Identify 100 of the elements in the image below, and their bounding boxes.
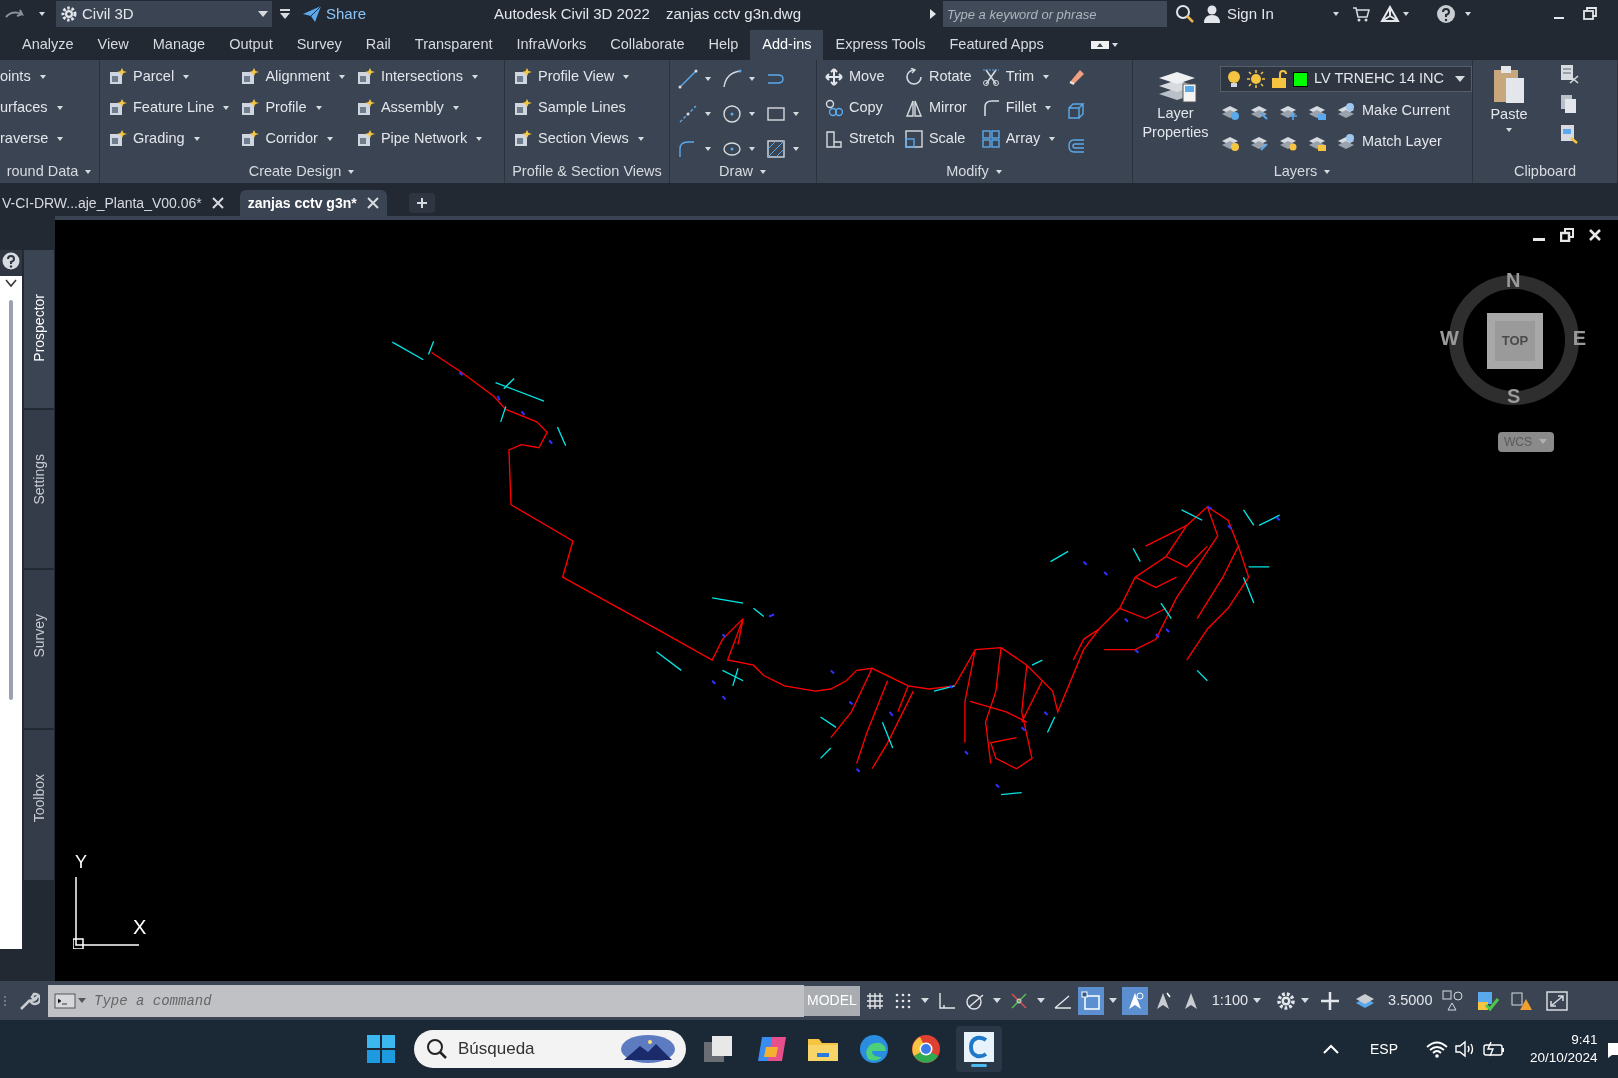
- tool-button[interactable]: Assembly: [355, 95, 484, 120]
- tool-button[interactable]: Profile View: [513, 64, 645, 89]
- grip-icon[interactable]: [2, 993, 8, 1008]
- workspace-dropdown[interactable]: Civil 3D: [56, 1, 272, 27]
- tool-button[interactable]: oints: [0, 64, 65, 89]
- tool-button[interactable]: urfaces: [0, 95, 65, 120]
- restore-icon[interactable]: [1581, 7, 1598, 21]
- compass-letter[interactable]: N: [1506, 270, 1521, 290]
- caret-icon[interactable]: [4, 278, 18, 288]
- caret-icon[interactable]: [1331, 10, 1340, 18]
- task-view-icon[interactable]: [702, 1034, 734, 1064]
- share-button[interactable]: Share: [302, 2, 367, 26]
- tool-button[interactable]: Trim: [981, 64, 1057, 89]
- tool-button[interactable]: Mirror: [904, 95, 972, 120]
- cut-icon[interactable]: [1559, 64, 1579, 84]
- caret-icon[interactable]: [704, 144, 712, 153]
- tool-button[interactable]: Pipe Network: [355, 126, 484, 151]
- chevron-up-icon[interactable]: [1322, 1043, 1340, 1055]
- tool-button[interactable]: raverse: [0, 126, 65, 151]
- tool-button[interactable]: Array: [981, 126, 1057, 151]
- arc-icon[interactable]: [722, 68, 742, 89]
- copy-icon[interactable]: [1559, 94, 1579, 114]
- tool-button[interactable]: Grading: [108, 126, 231, 151]
- browser-icon[interactable]: [910, 1033, 942, 1065]
- compass-letter[interactable]: S: [1507, 386, 1521, 406]
- caret-icon[interactable]: [704, 74, 712, 83]
- tool-button[interactable]: Move: [825, 64, 895, 89]
- wifi-icon[interactable]: [1426, 1040, 1448, 1058]
- ribbon-tab[interactable]: Manage: [140, 30, 218, 60]
- caret-icon[interactable]: [758, 168, 767, 176]
- caret-icon[interactable]: [1463, 10, 1472, 18]
- document-tab[interactable]: zanjas cctv g3n*: [239, 190, 387, 216]
- status-toggle[interactable]: [1121, 986, 1148, 1015]
- tool-button[interactable]: Scale: [904, 126, 972, 151]
- ribbon-tab[interactable]: InfraWorks: [504, 30, 599, 60]
- compass-letter[interactable]: W: [1440, 328, 1459, 348]
- volume-icon[interactable]: [1454, 1040, 1476, 1058]
- construction-line-icon[interactable]: [678, 103, 698, 124]
- tool-button[interactable]: Rotate: [904, 64, 972, 89]
- layer-properties-button[interactable]: Layer Properties: [1141, 64, 1210, 161]
- menu-icon[interactable]: [278, 8, 292, 20]
- caret-icon[interactable]: [792, 109, 800, 118]
- paste-button[interactable]: Paste: [1485, 64, 1533, 161]
- compass-letter[interactable]: E: [1572, 328, 1586, 348]
- shapes-icon[interactable]: [1442, 989, 1465, 1012]
- battery-icon[interactable]: [1482, 1040, 1506, 1058]
- caret-icon[interactable]: [748, 144, 756, 153]
- ribbon-tab[interactable]: View: [85, 30, 141, 60]
- tool-button[interactable]: Feature Line: [108, 95, 231, 120]
- paste-special-icon[interactable]: [1559, 124, 1579, 144]
- close-icon[interactable]: [366, 197, 379, 209]
- ribbon-tab[interactable]: Add-ins: [750, 30, 824, 60]
- cart-icon[interactable]: [1351, 6, 1370, 22]
- hatch-icon[interactable]: [766, 138, 786, 159]
- ribbon-tab[interactable]: Analyze: [10, 30, 86, 60]
- language-indicator[interactable]: ESP: [1370, 1038, 1398, 1060]
- restore-icon[interactable]: [1560, 228, 1574, 242]
- warning-icon[interactable]: [1510, 989, 1535, 1012]
- ribbon-tab[interactable]: Featured Apps: [937, 30, 1056, 60]
- caret-icon[interactable]: [347, 168, 356, 176]
- sign-in-button[interactable]: Sign In: [1203, 2, 1274, 26]
- caret-icon[interactable]: [919, 996, 930, 1005]
- document-tab[interactable]: V-CI-DRW...aje_Planta_V00.06*: [0, 190, 232, 216]
- search-icon[interactable]: [1175, 4, 1196, 24]
- scale-dropdown[interactable]: 1:100: [1205, 989, 1269, 1012]
- caret-icon[interactable]: [748, 109, 756, 118]
- tool-button[interactable]: Alignment: [240, 64, 346, 89]
- layer-action-button[interactable]: Make Current: [1336, 99, 1450, 122]
- offset-icon[interactable]: [1066, 136, 1087, 156]
- layer-dropdown[interactable]: LV TRNEHC 14 INC: [1220, 66, 1472, 92]
- caret-icon[interactable]: [38, 10, 46, 18]
- caret-icon[interactable]: [1401, 10, 1410, 18]
- close-icon[interactable]: [1588, 228, 1602, 242]
- close-icon[interactable]: [211, 197, 224, 209]
- gear-icon[interactable]: [1276, 990, 1297, 1011]
- line-icon[interactable]: [678, 68, 698, 89]
- box-icon[interactable]: [1066, 101, 1087, 121]
- browser-icon[interactable]: [858, 1033, 890, 1065]
- tool-button[interactable]: Sample Lines: [513, 95, 645, 120]
- help-icon[interactable]: [1435, 4, 1456, 24]
- caret-icon[interactable]: [1323, 168, 1332, 176]
- tool-button[interactable]: Intersections: [355, 64, 484, 89]
- tool-button[interactable]: Copy: [825, 95, 895, 120]
- new-tab-button[interactable]: [408, 193, 435, 213]
- tool-button[interactable]: Corridor: [240, 126, 346, 151]
- expand-icon[interactable]: [929, 8, 938, 20]
- ribbon-tab[interactable]: Express Tools: [823, 30, 938, 60]
- circle-icon[interactable]: [722, 103, 742, 124]
- ribbon-tab[interactable]: Survey: [284, 30, 354, 60]
- app-taskbar-button[interactable]: [956, 1026, 1002, 1072]
- ribbon-tab[interactable]: Output: [217, 30, 285, 60]
- ribbon-toggle-icon[interactable]: [1089, 38, 1120, 52]
- ribbon-tab[interactable]: Transparent: [402, 30, 505, 60]
- tool-button[interactable]: Stretch: [825, 126, 895, 151]
- ribbon-tab[interactable]: Help: [696, 30, 751, 60]
- tool-button[interactable]: Profile: [240, 95, 346, 120]
- caret-icon[interactable]: [84, 168, 93, 176]
- caret-icon[interactable]: [1300, 996, 1311, 1005]
- fullscreen-icon[interactable]: [1546, 990, 1569, 1011]
- tool-button[interactable]: Fillet: [981, 95, 1057, 120]
